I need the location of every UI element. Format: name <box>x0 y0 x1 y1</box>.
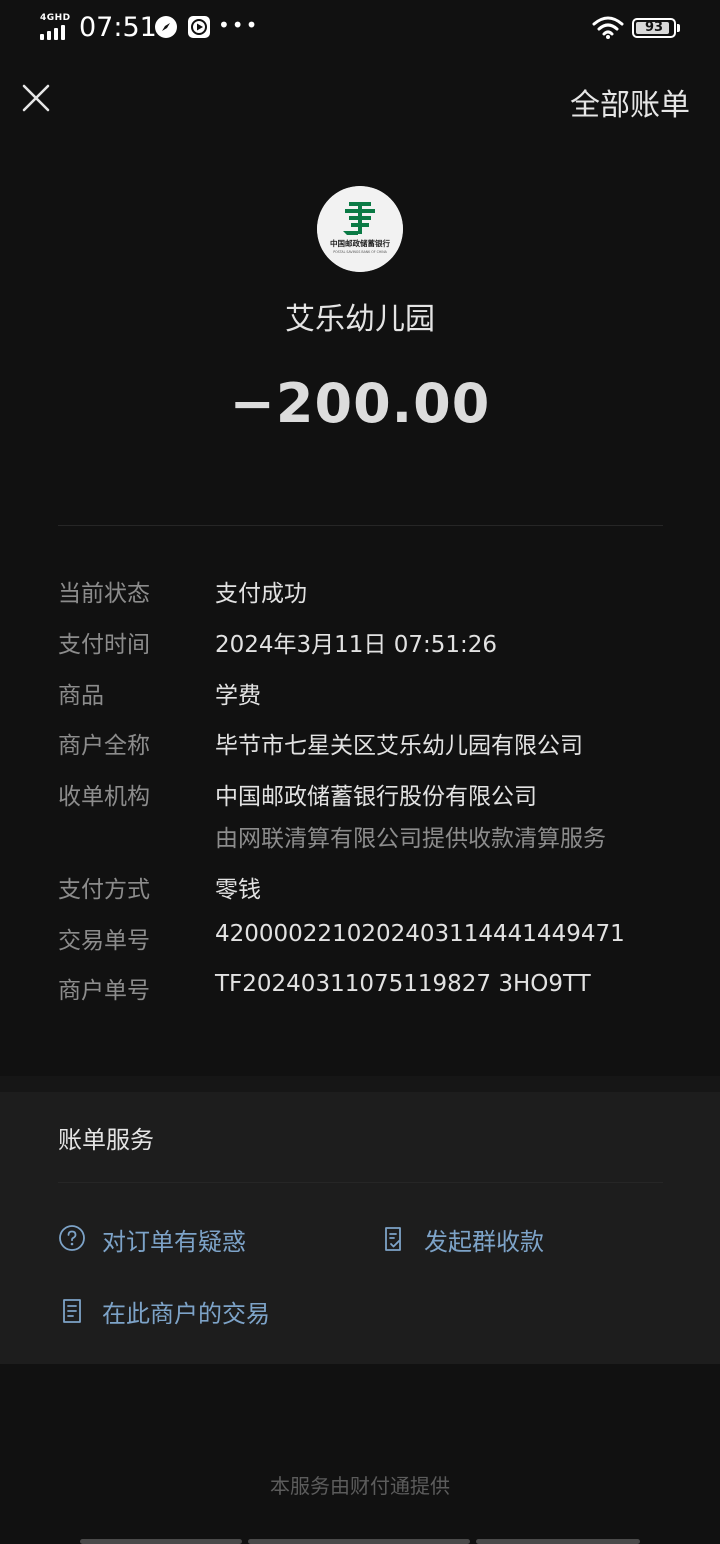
document-list-icon <box>63 1299 81 1323</box>
close-icon <box>22 84 50 112</box>
product-label: 商品 <box>58 683 104 709</box>
logo-brand-en-text: POSTAL SAVINGS BANK OF CHINA <box>333 250 387 254</box>
services-divider <box>58 1182 663 1183</box>
play-icon <box>188 16 210 38</box>
question-circle-icon <box>59 1225 85 1251</box>
all-bills-button[interactable]: 全部账单 <box>570 80 690 124</box>
more-notifications-icon: ••• <box>218 13 260 37</box>
nav-bar-segment-center <box>248 1539 470 1544</box>
close-button[interactable] <box>20 82 52 114</box>
transaction-id-value: 4200002210202403114441449471 <box>215 921 625 947</box>
merchant-logo: 中国邮政储蓄银行 POSTAL SAVINGS BANK OF CHINA <box>317 186 403 272</box>
transaction-id-label: 交易单号 <box>58 928 150 954</box>
logo-brand-text: 中国邮政储蓄银行 <box>330 238 390 248</box>
pay-method-value: 零钱 <box>215 877 261 903</box>
battery-icon: 93 <box>632 18 676 38</box>
merchant-transactions-label: 在此商户的交易 <box>102 1300 270 1328</box>
pay-time-label: 支付时间 <box>58 632 150 658</box>
order-question-label: 对订单有疑惑 <box>102 1228 246 1256</box>
status-time: 07:51 <box>79 12 157 43</box>
acquirer-label: 收单机构 <box>58 784 150 810</box>
battery-tip <box>677 24 680 32</box>
pay-time-value: 2024年3月11日 07:51:26 <box>215 632 498 658</box>
group-collect-label: 发起群收款 <box>424 1228 544 1256</box>
footer-provider-note: 本服务由财付通提供 <box>270 1474 450 1498</box>
acquirer-value: 中国邮政储蓄银行股份有限公司 <box>215 784 537 810</box>
postal-bank-logo-icon: 中国邮政储蓄银行 POSTAL SAVINGS BANK OF CHINA <box>317 186 403 272</box>
nav-bar-segment-left <box>80 1539 242 1544</box>
status-bar: 4GHD 07:51 ••• 93 <box>0 0 720 56</box>
product-value: 学费 <box>215 683 261 709</box>
bill-services-title: 账单服务 <box>58 1126 154 1154</box>
network-type: 4GHD <box>40 13 71 23</box>
payment-amount: −200.00 <box>229 372 491 435</box>
battery-percent: 93 <box>644 20 664 35</box>
merchant-fullname-label: 商户全称 <box>58 733 150 759</box>
status-label: 当前状态 <box>58 581 150 607</box>
compass-icon <box>155 16 177 38</box>
signal-icon <box>40 24 72 40</box>
pay-method-label: 支付方式 <box>58 877 150 903</box>
merchant-order-label: 商户单号 <box>58 978 150 1004</box>
acquirer-sub-value: 由网联清算有限公司提供收款清算服务 <box>215 826 606 852</box>
status-value: 支付成功 <box>215 581 307 607</box>
top-divider <box>58 525 663 526</box>
section-gap <box>0 1076 720 1092</box>
wifi-icon <box>592 16 624 40</box>
nav-bar-segment-right <box>476 1539 640 1544</box>
merchant-order-value: TF20240311075119827 3HO9TT <box>215 971 591 997</box>
merchant-fullname-value: 毕节市七星关区艾乐幼儿园有限公司 <box>215 733 583 759</box>
group-collect-icon <box>385 1227 401 1251</box>
merchant-name: 艾乐幼儿园 <box>285 302 435 337</box>
